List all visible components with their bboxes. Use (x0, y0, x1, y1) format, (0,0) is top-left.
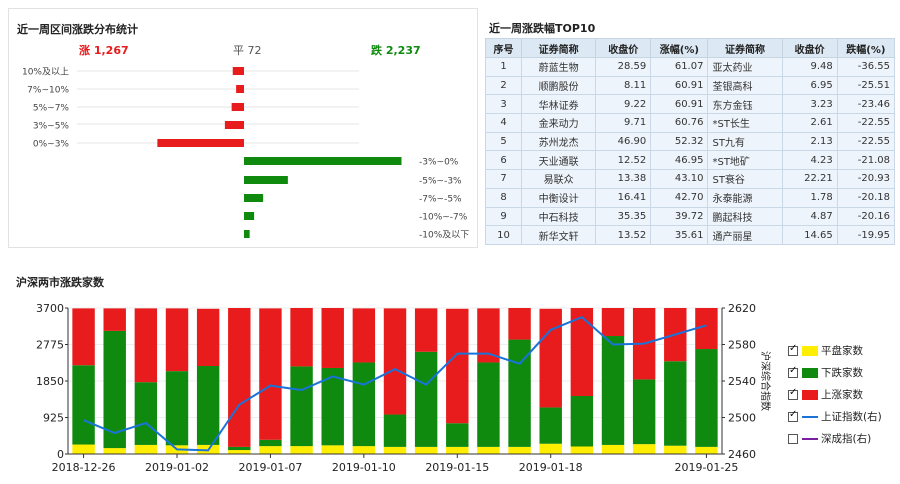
down-bar (134, 382, 158, 445)
y-right-axis-label: 沪深综合指数 (759, 351, 772, 411)
up-bar (228, 308, 251, 447)
up-bar (290, 308, 313, 367)
up-bar (103, 308, 126, 331)
y-right-tick-label: 2460 (728, 448, 756, 461)
flat-bar (601, 444, 625, 454)
legend-swatch-down (802, 367, 818, 378)
flat-bar (414, 446, 438, 454)
up-bar (446, 308, 469, 424)
up-bar (601, 308, 625, 337)
down-bar (352, 362, 376, 447)
x-tick-label: 2018-12-26 (52, 461, 116, 474)
legend-label-down: 下跌家数 (821, 367, 863, 379)
legend-item-shanghai[interactable]: 上证指数(右) (788, 409, 882, 424)
flat-bar (508, 446, 531, 454)
legend-swatch-flat (802, 345, 818, 356)
x-tick-label: 2019-01-15 (425, 461, 489, 474)
up-bar (134, 308, 158, 383)
down-bar (664, 361, 687, 446)
legend-checkbox-down[interactable] (788, 365, 798, 378)
x-tick-label: 2019-01-18 (519, 461, 583, 474)
y-right-tick-label: 2500 (728, 412, 756, 425)
down-bar (601, 336, 625, 445)
down-bar (196, 366, 220, 445)
down-bar (414, 351, 438, 447)
down-bar (383, 414, 407, 447)
legend-swatch-shenzhen (802, 437, 818, 440)
legend-label-flat: 平盘家数 (821, 345, 863, 357)
legend-swatch-shanghai (802, 415, 818, 418)
flat-bar (228, 450, 251, 454)
flat-bar (321, 445, 344, 454)
flat-bar (259, 446, 282, 454)
down-bar (165, 371, 189, 446)
flat-bar (290, 446, 313, 454)
flat-bar (570, 446, 594, 454)
legend-swatch-up (802, 389, 818, 400)
y-left-tick-label: 1850 (36, 375, 64, 388)
up-bar (196, 308, 220, 367)
y-left-tick-label: 0 (57, 448, 64, 461)
down-bar (290, 366, 313, 447)
x-tick-label: 2019-01-10 (332, 461, 396, 474)
up-bar (539, 308, 562, 408)
flat-bar (539, 443, 562, 454)
down-bar (695, 349, 718, 447)
legend-item-shenzhen[interactable]: 深成指(右) (788, 431, 871, 446)
legend-checkbox-flat[interactable] (788, 343, 798, 356)
legend-checkbox-up[interactable] (788, 387, 798, 400)
flat-bar (103, 448, 126, 454)
down-bar (570, 395, 594, 447)
legend-label-shenzhen: 深成指(右) (821, 433, 872, 445)
flat-bar (477, 446, 500, 454)
x-tick-label: 2019-01-25 (674, 461, 738, 474)
flat-bar (72, 444, 95, 454)
down-bar (228, 446, 251, 451)
x-tick-label: 2019-01-07 (238, 461, 302, 474)
up-bar (508, 308, 531, 340)
down-bar (632, 379, 656, 445)
y-right-tick-label: 2540 (728, 375, 756, 388)
up-bar (383, 308, 407, 415)
y-right-tick-label: 2620 (728, 302, 756, 315)
up-bar (321, 308, 344, 368)
flat-bar (446, 446, 469, 454)
legend-item-flat[interactable]: 平盘家数 (788, 343, 863, 358)
up-bar (414, 308, 438, 352)
up-bar (259, 308, 282, 440)
flat-bar (352, 446, 376, 454)
flat-bar (664, 445, 687, 454)
down-bar (539, 407, 562, 444)
flat-bar (695, 446, 718, 454)
x-tick-label: 2019-01-02 (145, 461, 209, 474)
advance-decline-chart: 0 925 1850 2775 3700 2460 2500 2540 2580 2620 沪深综合… (36, 302, 772, 474)
legend-label-shanghai: 上证指数(右) (821, 411, 882, 423)
flat-bar (383, 446, 407, 454)
down-bar (259, 439, 282, 447)
y-left-tick-label: 2775 (36, 339, 64, 352)
up-bar (72, 308, 95, 366)
down-bar (446, 423, 469, 447)
down-bar (477, 362, 500, 447)
y-left-tick-label: 3700 (36, 302, 64, 315)
y-left-tick-label: 925 (43, 412, 64, 425)
down-bar (72, 365, 95, 445)
flat-bar (632, 444, 656, 454)
legend-item-up[interactable]: 上涨家数 (788, 387, 863, 402)
legend-item-down[interactable]: 下跌家数 (788, 365, 863, 380)
legend-checkbox-shanghai[interactable] (788, 409, 798, 422)
flat-bar (134, 444, 158, 454)
up-bar (165, 308, 189, 372)
legend-label-up: 上涨家数 (821, 389, 863, 401)
up-bar (352, 308, 376, 363)
legend-checkbox-shenzhen[interactable] (788, 433, 798, 444)
y-right-tick-label: 2580 (728, 339, 756, 352)
